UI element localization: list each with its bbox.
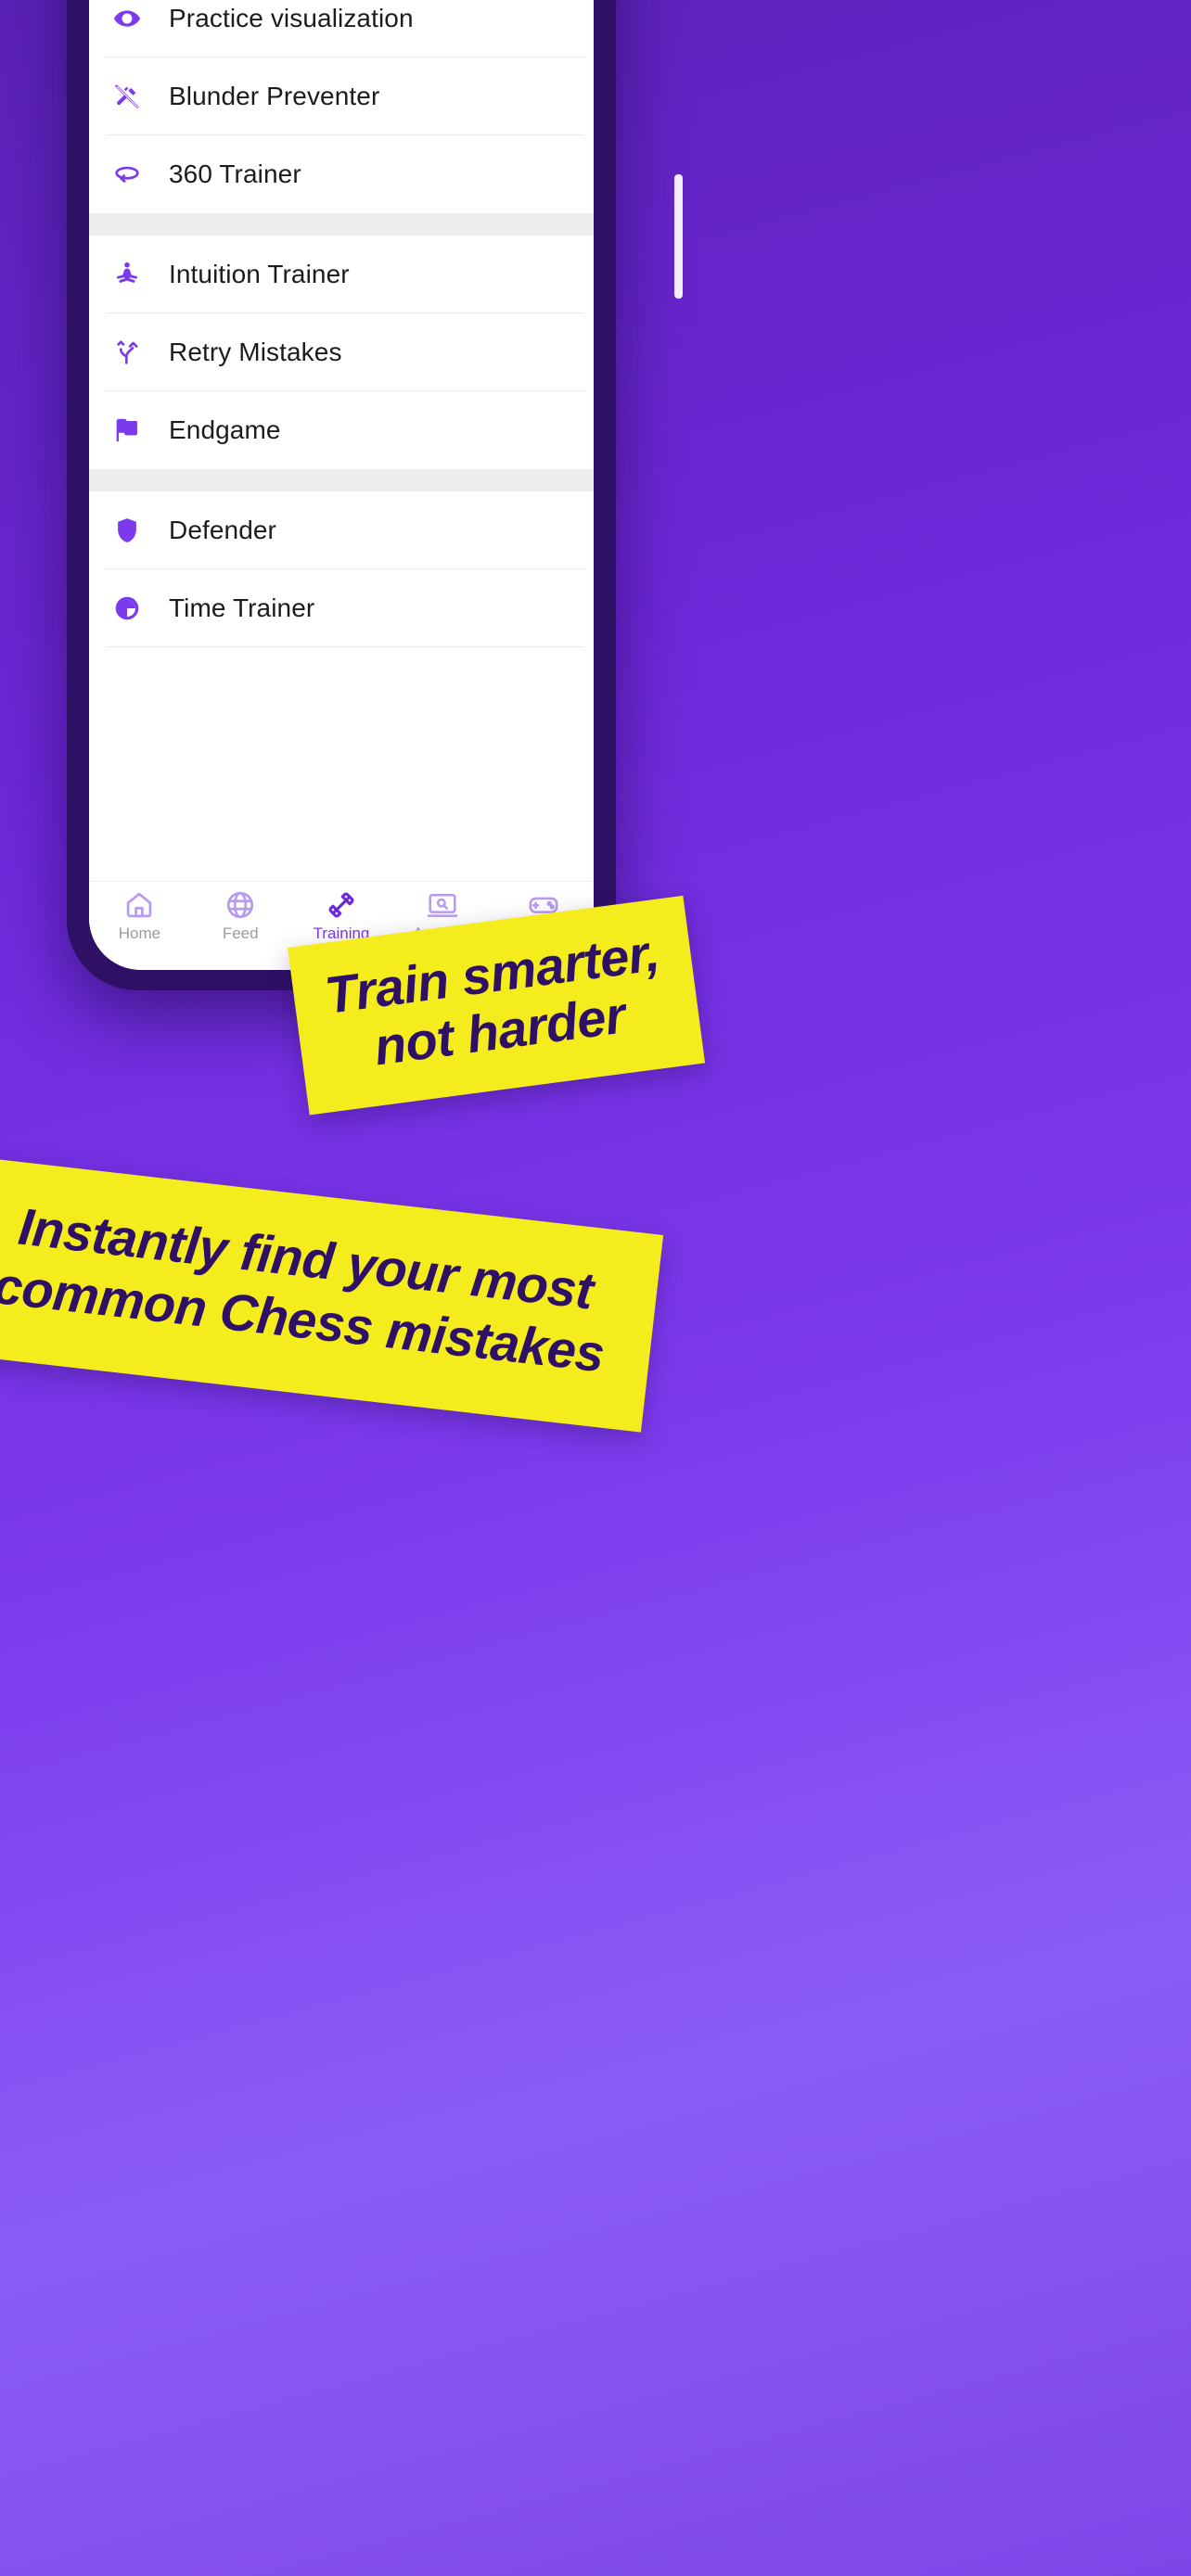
flag-icon bbox=[106, 409, 148, 452]
tab-training[interactable]: Training bbox=[291, 889, 392, 942]
rotate-loop-icon bbox=[106, 153, 148, 196]
list-item-label: Practice visualization bbox=[169, 4, 414, 32]
list-item-label: Defender bbox=[169, 516, 276, 544]
list-item-label: Blunder Preventer bbox=[169, 82, 380, 110]
list-item-label: Retry Mistakes bbox=[169, 338, 342, 366]
list-item-label: 360 Trainer bbox=[169, 159, 301, 188]
list-item-intuition-trainer[interactable]: Intuition Trainer bbox=[89, 236, 594, 313]
group-divider bbox=[89, 469, 594, 491]
tab-home[interactable]: Home bbox=[89, 889, 190, 942]
list-item-retry-mistakes[interactable]: Retry Mistakes bbox=[89, 313, 594, 391]
globe-icon bbox=[224, 889, 256, 921]
list-item-label: Intuition Trainer bbox=[169, 260, 350, 288]
callout-banner-bottom: Instantly find your most common Chess mi… bbox=[0, 1155, 664, 1433]
list-item-practice-visualization[interactable]: Practice visualization bbox=[89, 0, 594, 57]
branch-fork-icon bbox=[106, 331, 148, 374]
phone-device-frame: Advantage Capitalization Tactics Opening… bbox=[67, 0, 683, 990]
tab-label: Home bbox=[118, 925, 161, 942]
tab-label: Feed bbox=[222, 925, 259, 942]
meditation-icon bbox=[106, 253, 148, 296]
dumbbell-icon bbox=[326, 889, 357, 921]
group-divider bbox=[89, 213, 594, 236]
list-item-endgame[interactable]: Endgame bbox=[89, 391, 594, 469]
analysis-board-icon bbox=[427, 889, 458, 921]
tab-feed[interactable]: Feed bbox=[190, 889, 291, 942]
shield-icon bbox=[106, 509, 148, 552]
eye-icon bbox=[106, 0, 148, 40]
list-item-blunder-preventer[interactable]: Blunder Preventer bbox=[89, 57, 594, 135]
promo-screenshot: Advantage Capitalization Tactics Opening… bbox=[0, 0, 1191, 2576]
list-item-label: Endgame bbox=[169, 415, 281, 444]
gavel-off-icon bbox=[106, 75, 148, 118]
list-item-label: Time Trainer bbox=[169, 593, 315, 622]
home-icon bbox=[123, 889, 155, 921]
list-item-time-trainer[interactable]: Time Trainer bbox=[89, 569, 594, 647]
list-item-defender[interactable]: Defender bbox=[89, 491, 594, 569]
power-button[interactable] bbox=[674, 174, 683, 299]
timer-pie-icon bbox=[106, 587, 148, 630]
list-item-360-trainer[interactable]: 360 Trainer bbox=[89, 135, 594, 213]
training-list[interactable]: Advantage Capitalization Tactics Opening… bbox=[89, 0, 594, 881]
phone-screen: Advantage Capitalization Tactics Opening… bbox=[89, 0, 594, 970]
